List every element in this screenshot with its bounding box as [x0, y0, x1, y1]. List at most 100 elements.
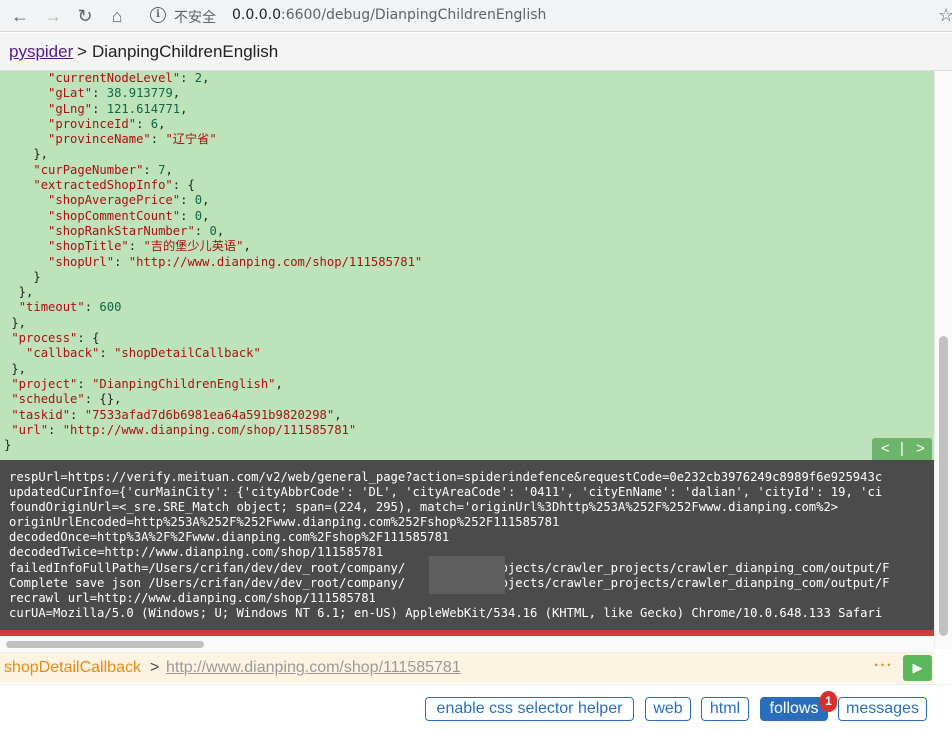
- json-key: "provinceName": [48, 132, 151, 147]
- url-path: :6600/debug/DianpingChildrenEnglish: [280, 7, 547, 23]
- callback-bar: shopDetailCallback > http://www.dianping…: [0, 652, 934, 683]
- json-punct: :: [84, 300, 100, 315]
- console-line: updatedCurInfo={'curMainCity': {'cityAbb…: [9, 485, 883, 500]
- task-json: "currentNodeLevel": 2, "gLat": 38.913779…: [4, 71, 422, 453]
- horizontal-scrollbar[interactable]: [0, 636, 934, 652]
- json-punct: }: [4, 438, 12, 453]
- json-value: "DianpingChildrenEnglish": [92, 376, 276, 391]
- tab-html[interactable]: html: [701, 697, 749, 721]
- json-value: 0: [209, 223, 217, 238]
- json-punct: },: [4, 285, 34, 300]
- back-icon[interactable]: ←: [8, 4, 32, 28]
- project-name: DianpingChildrenEnglish: [92, 42, 279, 61]
- url-host: 0.0.0.0: [232, 7, 281, 23]
- bottom-tabs: enable css selector helper web html foll…: [0, 684, 952, 730]
- json-punct: :: [150, 132, 166, 147]
- json-punct: [4, 239, 48, 253]
- json-punct: ,: [202, 71, 210, 85]
- console-line: respUrl=https://verify.meituan.com/v2/we…: [9, 470, 883, 484]
- json-value: 121.614771: [106, 101, 181, 116]
- json-punct: [4, 71, 48, 85]
- json-punct: :: [128, 239, 144, 254]
- json-punct: [4, 102, 48, 116]
- tab-messages[interactable]: messages: [838, 697, 927, 721]
- vertical-scrollbar[interactable]: [934, 71, 952, 649]
- json-punct: ,: [202, 193, 210, 208]
- hscroll-thumb[interactable]: [6, 641, 204, 648]
- play-icon[interactable]: ▶: [903, 655, 932, 681]
- json-key: "shopTitle": [48, 239, 129, 254]
- info-icon[interactable]: i: [150, 7, 166, 23]
- pager: < | >: [872, 438, 932, 460]
- url-text[interactable]: 0.0.0.0:6600/debug/DianpingChildrenEngli…: [232, 7, 546, 23]
- forward-icon[interactable]: →: [41, 4, 65, 28]
- json-value: 600: [99, 300, 122, 315]
- next-button[interactable]: >: [916, 438, 925, 460]
- json-punct: [4, 178, 33, 192]
- json-punct: [4, 193, 48, 207]
- tab-follows[interactable]: follows: [760, 697, 828, 721]
- tab-web[interactable]: web: [645, 697, 691, 721]
- css-selector-helper-button[interactable]: enable css selector helper: [425, 697, 634, 721]
- json-punct: },: [4, 315, 27, 330]
- callback-url-link[interactable]: http://www.dianping.com/shop/111585781: [166, 659, 461, 677]
- json-key: "provinceId": [48, 116, 137, 131]
- json-punct: :: [180, 208, 195, 223]
- json-key: "extractedShopInfo": [33, 178, 173, 193]
- prev-button[interactable]: <: [881, 438, 890, 460]
- more-icon[interactable]: ···: [874, 657, 893, 675]
- browser-toolbar: ← → ↻ ⌂ i 不安全 0.0.0.0:6600/debug/Dianpin…: [0, 0, 952, 32]
- json-value: "shopDetailCallback": [114, 346, 261, 361]
- console-line: originUrlEncoded=http%253A%252F%252Fwww.…: [9, 515, 560, 530]
- json-value: "http://www.dianping.com/shop/111585781": [62, 422, 357, 437]
- json-punct: [4, 117, 48, 131]
- reload-icon[interactable]: ↻: [73, 4, 97, 28]
- json-punct: [4, 300, 19, 314]
- json-punct: :: [143, 162, 159, 177]
- json-punct: ,: [165, 162, 173, 177]
- json-punct: ,: [275, 376, 283, 391]
- json-key: "taskid": [11, 407, 71, 422]
- home-icon[interactable]: ⌂: [105, 4, 129, 28]
- json-punct: },: [4, 361, 27, 376]
- json-punct: :: [70, 407, 85, 422]
- json-value: "7533afad7d6b6981ea64a591b9820298": [84, 407, 335, 422]
- json-key: "shopUrl": [48, 254, 115, 269]
- json-key: "shopAveragePrice": [48, 193, 181, 208]
- json-key: "gLng": [48, 101, 93, 116]
- json-punct: ,: [334, 407, 342, 422]
- json-punct: ,: [202, 208, 210, 223]
- json-key: "process": [11, 331, 78, 346]
- json-key: "callback": [26, 346, 100, 361]
- json-punct: ,: [158, 116, 166, 131]
- address-bar[interactable]: i 不安全 0.0.0.0:6600/debug/DianpingChildre…: [140, 3, 930, 29]
- breadcrumb-separator: >: [77, 42, 87, 61]
- console-line: decodedOnce=http%3A%2F%2Fwww.dianping.co…: [9, 530, 450, 545]
- json-key: "curPageNumber": [33, 162, 144, 177]
- json-key: "schedule": [11, 392, 85, 407]
- json-punct: :: [92, 86, 107, 101]
- console-line: decodedTwice=http://www.dianping.com/sho…: [9, 545, 384, 560]
- json-punct: ,: [243, 239, 251, 254]
- callback-separator: >: [150, 659, 160, 676]
- json-punct: ,: [180, 101, 188, 116]
- json-punct: :: [114, 254, 129, 269]
- json-key: "shopRankStarNumber": [48, 223, 195, 238]
- json-punct: :: [48, 422, 63, 437]
- scrollbar-thumb[interactable]: [939, 336, 948, 636]
- pyspider-link[interactable]: pyspider: [9, 42, 73, 62]
- json-key: "timeout": [18, 300, 85, 315]
- json-punct: : {},: [84, 392, 122, 407]
- follows-count-badge: 1: [820, 691, 837, 712]
- star-icon[interactable]: ☆: [938, 5, 952, 26]
- redacted-block: [429, 556, 505, 594]
- security-label: 不安全: [174, 10, 216, 26]
- json-punct: [4, 346, 26, 360]
- json-punct: :: [77, 376, 93, 391]
- json-punct: ,: [216, 223, 225, 238]
- json-punct: : {: [172, 178, 195, 193]
- json-punct: :: [180, 71, 195, 85]
- task-json-pane[interactable]: "currentNodeLevel": 2, "gLat": 38.913779…: [0, 71, 934, 460]
- json-punct: :: [180, 193, 195, 208]
- json-key: "currentNodeLevel": [48, 71, 181, 85]
